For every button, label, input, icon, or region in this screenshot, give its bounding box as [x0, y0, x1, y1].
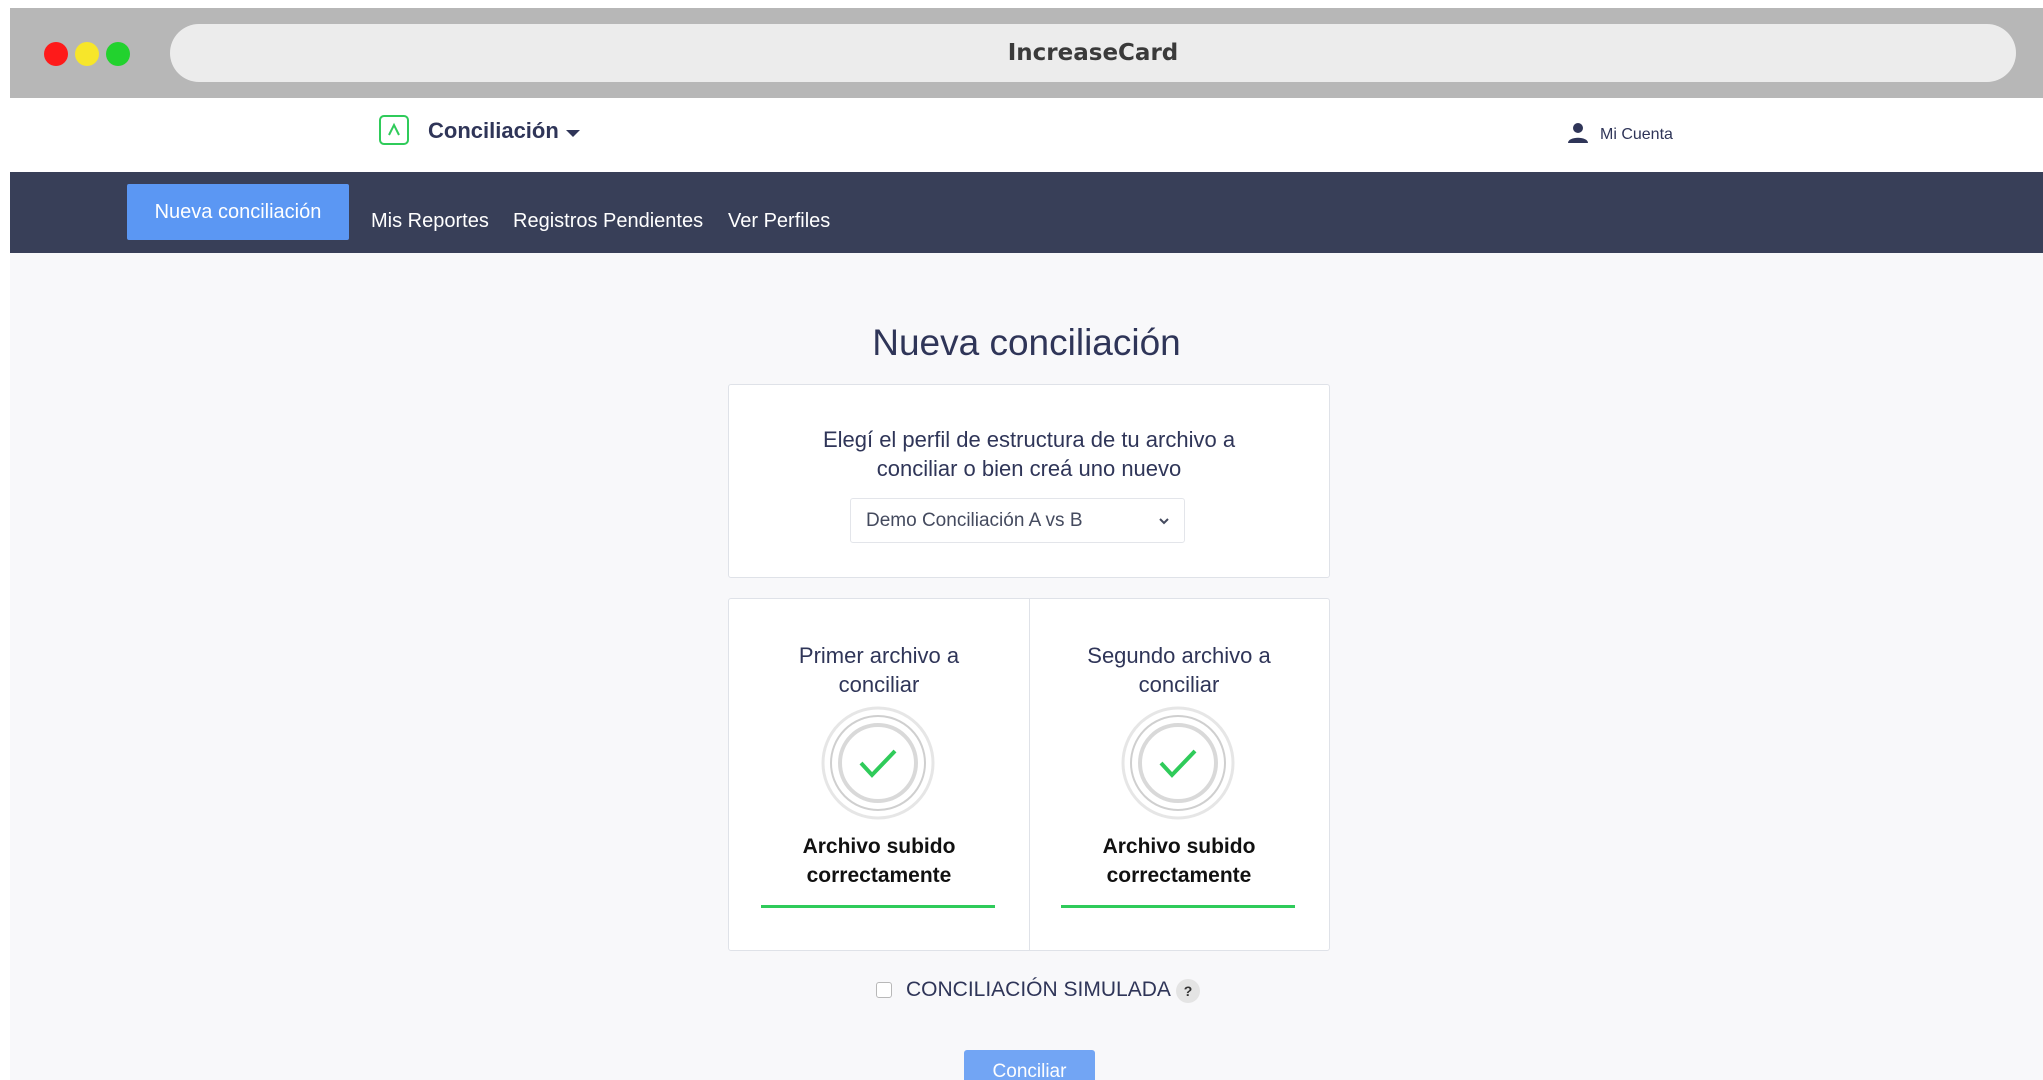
nav-item-nueva-conciliacion[interactable]: Nueva conciliación: [127, 184, 349, 240]
file-title-line1: Primer archivo a: [798, 643, 960, 668]
file-status: Archivo subido correctamente: [1029, 832, 1329, 890]
profile-prompt: Elegí el perfil de estructura de tu arch…: [729, 425, 1329, 483]
close-window-button[interactable]: [44, 42, 68, 66]
minimize-window-button[interactable]: [75, 42, 99, 66]
help-icon[interactable]: ?: [1176, 979, 1200, 1003]
chevron-down-icon: [1159, 518, 1169, 525]
file-status-line1: Archivo subido: [1102, 835, 1256, 858]
logo-icon[interactable]: [379, 115, 409, 145]
user-icon[interactable]: [1567, 122, 1589, 144]
file-title-line2: conciliar: [1138, 672, 1220, 697]
profile-select[interactable]: Demo Conciliación A vs B: [850, 498, 1185, 543]
conciliar-button[interactable]: Conciliar: [964, 1050, 1095, 1080]
browser-titlebar: IncreaseCard: [10, 8, 2043, 98]
file-status-line2: correctamente: [1106, 864, 1252, 887]
file-title-line2: conciliar: [838, 672, 920, 697]
file-title-line1: Segundo archivo a: [1087, 643, 1271, 668]
success-underline: [761, 905, 995, 908]
check-circle-icon: [1121, 706, 1235, 820]
files-card: Primer archivo a conciliar Archivo subid…: [728, 598, 1330, 951]
maximize-window-button[interactable]: [106, 42, 130, 66]
success-underline: [1061, 905, 1295, 908]
profile-card: Elegí el perfil de estructura de tu arch…: [728, 384, 1330, 578]
page-title: Nueva conciliación: [872, 322, 1181, 363]
file-title: Segundo archivo a conciliar: [1029, 641, 1329, 699]
profile-select-value: Demo Conciliación A vs B: [866, 510, 1083, 531]
caret-down-icon[interactable]: [566, 130, 580, 137]
file-status-line1: Archivo subido: [802, 835, 956, 858]
check-circle-icon: [821, 706, 935, 820]
main-nav: Nueva conciliación Mis Reportes Registro…: [10, 172, 2043, 253]
nav-item-registros-pendientes[interactable]: Registros Pendientes: [513, 193, 703, 249]
nav-item-mis-reportes[interactable]: Mis Reportes: [371, 193, 489, 249]
first-file-panel[interactable]: Primer archivo a conciliar Archivo subid…: [729, 599, 1030, 950]
simulated-checkbox[interactable]: [876, 982, 892, 998]
file-status-line2: correctamente: [806, 864, 952, 887]
account-link[interactable]: Mi Cuenta: [1600, 126, 1673, 144]
app-brand-menu[interactable]: Conciliación: [428, 118, 559, 144]
address-bar-title: IncreaseCard: [1007, 40, 1179, 66]
profile-prompt-line2: conciliar o bien creá uno nuevo: [876, 456, 1182, 481]
second-file-panel[interactable]: Segundo archivo a conciliar Archivo subi…: [1029, 599, 1329, 950]
file-title: Primer archivo a conciliar: [729, 641, 1029, 699]
file-status: Archivo subido correctamente: [729, 832, 1029, 890]
app-header: Conciliación Mi Cuenta: [10, 98, 2043, 172]
address-bar[interactable]: IncreaseCard: [170, 24, 2016, 82]
nav-item-ver-perfiles[interactable]: Ver Perfiles: [728, 193, 830, 249]
profile-prompt-line1: Elegí el perfil de estructura de tu arch…: [822, 427, 1236, 452]
simulated-label[interactable]: CONCILIACIÓN SIMULADA: [906, 978, 1171, 1002]
browser-window: IncreaseCard Conciliación Mi Cuenta Nuev…: [10, 8, 2043, 1080]
